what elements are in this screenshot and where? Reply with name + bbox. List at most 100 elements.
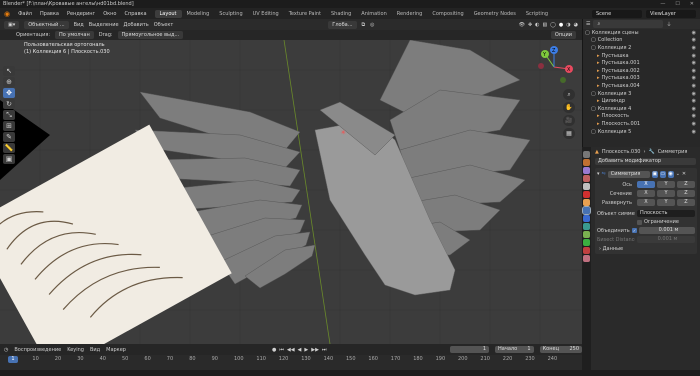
outliner-row[interactable]: ▸ Пустышка.001 ◉ bbox=[583, 59, 700, 67]
record-icon[interactable]: ● bbox=[272, 347, 276, 353]
modifier-tab-icon[interactable] bbox=[582, 206, 591, 215]
merge-checkbox[interactable]: ✓ bbox=[632, 228, 637, 233]
material-tab-icon[interactable] bbox=[583, 247, 590, 254]
shading-material-icon[interactable]: ◑ bbox=[566, 22, 570, 28]
maximize-icon[interactable]: ☐ bbox=[675, 1, 679, 7]
blender-logo-icon[interactable]: ◉ bbox=[4, 10, 10, 18]
drag-dropdown[interactable]: Прямоугольное выд... bbox=[117, 31, 184, 39]
timeline-ruler[interactable]: 10 20 30 40 50 60 70 80 90 100 110 120 130 140 150 160 1… bbox=[0, 356, 582, 364]
menu-add[interactable]: Добавить bbox=[124, 22, 149, 28]
visibility-eye-icon[interactable]: ◉ bbox=[692, 113, 696, 119]
add-modifier-button[interactable]: Добавить модификатор bbox=[595, 158, 696, 165]
axis-x-button[interactable]: X bbox=[637, 181, 655, 188]
outliner-row[interactable]: ▸ Цилиндр ◉ bbox=[583, 97, 700, 105]
cursor-tool-icon[interactable]: ⊕ bbox=[3, 77, 15, 87]
transform-orientation-dropdown[interactable]: Глоба... bbox=[328, 20, 357, 29]
menu-object[interactable]: Объект bbox=[154, 22, 174, 28]
visibility-eye-icon[interactable]: ◉ bbox=[692, 129, 696, 135]
overlay-toggle-icon[interactable]: ◐ bbox=[535, 22, 539, 28]
minimize-icon[interactable]: — bbox=[660, 1, 665, 7]
outliner-row[interactable]: ▸ Пустышка.004 ◉ bbox=[583, 82, 700, 90]
menu-window[interactable]: Окно bbox=[99, 11, 120, 17]
transform-tool-icon[interactable]: ⊞ bbox=[3, 121, 15, 131]
visibility-eye-icon[interactable]: ◉ bbox=[692, 30, 696, 36]
physics-tab-icon[interactable] bbox=[583, 223, 590, 230]
clipping-checkbox[interactable] bbox=[637, 219, 642, 225]
visibility-eye-icon[interactable]: ◉ bbox=[692, 106, 696, 112]
scene-selector[interactable]: Scene bbox=[592, 9, 642, 18]
view-layer-tab-icon[interactable] bbox=[583, 175, 590, 182]
view-layer-selector[interactable]: ViewLayer bbox=[646, 9, 696, 18]
play-reverse-icon[interactable]: ◀ bbox=[298, 347, 302, 353]
dropdown-chevron-icon[interactable]: ⌄ bbox=[676, 171, 680, 177]
flip-y-button[interactable]: Y bbox=[657, 199, 675, 206]
menu-file[interactable]: Файл bbox=[14, 11, 36, 17]
camera-icon[interactable]: 🎥 bbox=[563, 115, 575, 126]
outliner-row[interactable]: ▸ Пустышка.003 ◉ bbox=[583, 75, 700, 83]
scale-tool-icon[interactable]: ⤡ bbox=[3, 110, 15, 120]
add-cube-tool-icon[interactable]: ▣ bbox=[3, 154, 15, 164]
shading-solid-icon[interactable]: ● bbox=[559, 22, 563, 28]
axis-y-button[interactable]: Y bbox=[657, 181, 675, 188]
xray-icon[interactable]: ▧ bbox=[543, 22, 548, 28]
menu-edit[interactable]: Правка bbox=[36, 11, 63, 17]
outliner-row[interactable]: ▸ Пустышка.002 ◉ bbox=[583, 67, 700, 75]
render-toggle-icon[interactable]: ◉ bbox=[667, 170, 674, 178]
menu-help[interactable]: Справка bbox=[120, 11, 150, 17]
visibility-eye-icon[interactable]: ◉ bbox=[692, 37, 696, 43]
current-frame-field[interactable]: 1 bbox=[450, 346, 490, 353]
visibility-icon[interactable]: 👁 bbox=[519, 22, 525, 28]
orientation-dropdown[interactable]: По умолчан bbox=[55, 31, 94, 39]
editmode-toggle-icon[interactable]: ▣ bbox=[651, 170, 658, 178]
world-tab-icon[interactable] bbox=[583, 191, 590, 198]
visibility-eye-icon[interactable]: ◉ bbox=[692, 83, 696, 89]
measure-tool-icon[interactable]: 📏 bbox=[3, 143, 15, 153]
menu-render[interactable]: Рендеринг bbox=[63, 11, 99, 17]
collapse-icon[interactable]: ▾ bbox=[597, 171, 600, 177]
particles-tab-icon[interactable] bbox=[583, 215, 590, 222]
next-key-icon[interactable]: ▶▶ bbox=[311, 347, 319, 353]
bisect-y-button[interactable]: Y bbox=[657, 190, 675, 197]
outliner-row[interactable]: ▢ Коллекция 4 ◉ bbox=[583, 105, 700, 113]
close-icon[interactable]: ✕ bbox=[690, 1, 694, 7]
move-tool-icon[interactable]: ✥ bbox=[3, 88, 15, 98]
visibility-eye-icon[interactable]: ◉ bbox=[692, 121, 696, 127]
grid-ortho-icon[interactable]: ▦ bbox=[563, 128, 575, 139]
modifier-name-field[interactable]: Симметрия bbox=[607, 170, 650, 178]
visibility-eye-icon[interactable]: ◉ bbox=[692, 53, 696, 59]
shading-rendered-icon[interactable]: ◕ bbox=[574, 22, 578, 28]
playback-menu[interactable]: Воспроизведение bbox=[14, 347, 61, 353]
tab-animation[interactable]: Animation bbox=[356, 10, 392, 18]
start-frame-field[interactable]: Начало 1 bbox=[495, 346, 534, 353]
scene-tab-icon[interactable] bbox=[583, 183, 590, 190]
outliner-row[interactable]: ▸ Плоскость ◉ bbox=[583, 113, 700, 121]
tab-rendering[interactable]: Rendering bbox=[392, 10, 428, 18]
merge-distance-field[interactable]: 0.001 м bbox=[639, 227, 695, 234]
outliner-row[interactable]: ▢ Коллекция 2 ◉ bbox=[583, 44, 700, 52]
visibility-eye-icon[interactable]: ◉ bbox=[692, 91, 696, 97]
tab-texture-paint[interactable]: Texture Paint bbox=[284, 10, 326, 18]
tab-uv-editing[interactable]: UV Editing bbox=[248, 10, 284, 18]
bisect-distance-field[interactable]: 0.001 м bbox=[637, 236, 695, 243]
play-icon[interactable]: ▶ bbox=[304, 347, 308, 353]
render-tab-icon[interactable] bbox=[583, 159, 590, 166]
end-frame-field[interactable]: Конец 250 bbox=[539, 346, 582, 353]
marker-menu[interactable]: Маркер bbox=[106, 347, 126, 353]
snap-icon[interactable]: ⧉ bbox=[362, 22, 366, 28]
keying-menu[interactable]: Keying bbox=[67, 347, 84, 353]
jump-start-icon[interactable]: ⏮ bbox=[279, 347, 284, 353]
output-tab-icon[interactable] bbox=[583, 167, 590, 174]
tab-compositing[interactable]: Compositing bbox=[427, 10, 468, 18]
remove-modifier-icon[interactable]: ✕ bbox=[682, 171, 686, 177]
constraints-tab-icon[interactable] bbox=[583, 231, 590, 238]
pan-hand-icon[interactable]: ✋ bbox=[563, 102, 575, 113]
shading-wireframe-icon[interactable]: ◯ bbox=[550, 22, 556, 28]
outliner-row[interactable]: ▸ Плоскость.001 ◉ bbox=[583, 120, 700, 128]
timeline-editor-icon[interactable]: ◷ bbox=[4, 347, 8, 353]
outliner-row[interactable]: ▢ Коллекция 3 ◉ bbox=[583, 90, 700, 98]
rotate-tool-icon[interactable]: ↻ bbox=[3, 99, 15, 109]
outliner-panel[interactable]: ☰ ⌕ ⏚ ▢ Коллекция сцены ◉ ▢ Collection ◉ ▢ К… bbox=[582, 19, 700, 147]
bisect-z-button[interactable]: Z bbox=[677, 190, 695, 197]
tab-modeling[interactable]: Modeling bbox=[182, 10, 215, 18]
visibility-eye-icon[interactable]: ◉ bbox=[692, 68, 696, 74]
